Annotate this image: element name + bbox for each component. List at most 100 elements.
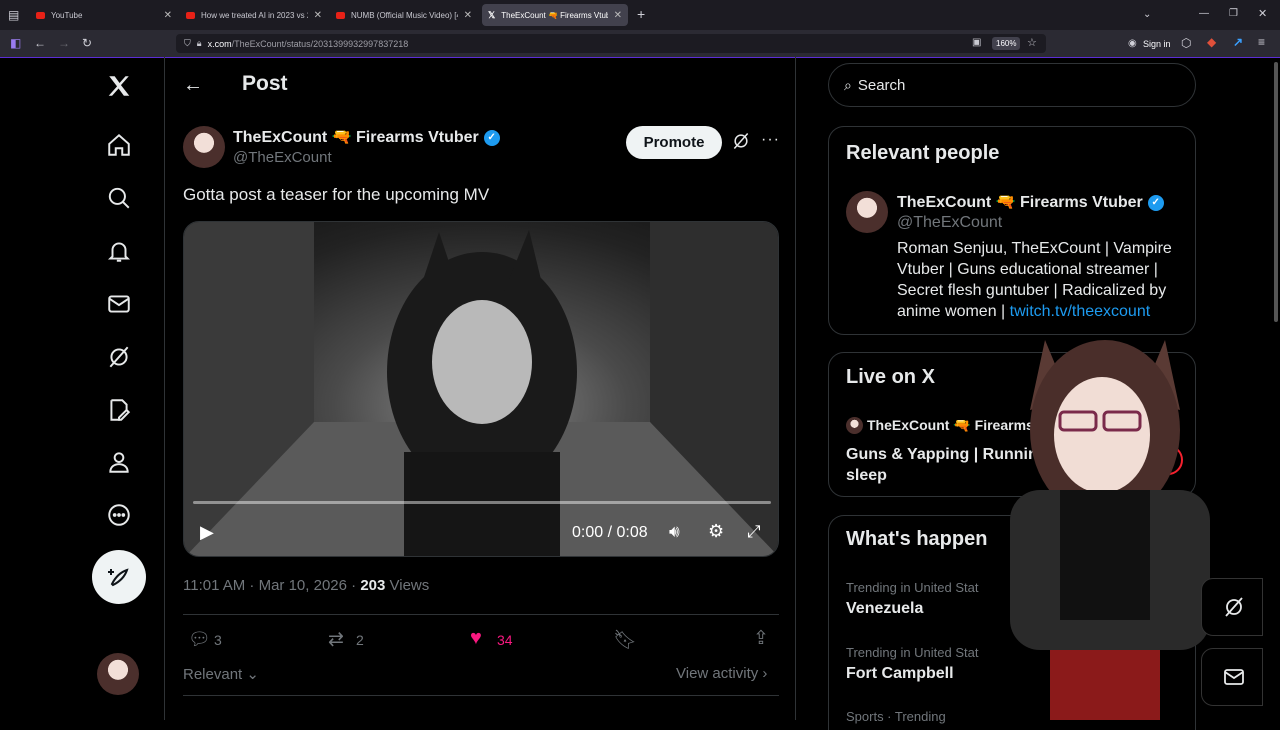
profile-icon[interactable] xyxy=(104,447,134,477)
search-input[interactable]: Search xyxy=(858,77,906,94)
video-time: 0:00 / 0:08 xyxy=(572,524,648,541)
divider xyxy=(183,614,779,615)
browser-tab-x-post[interactable]: 𝕏 TheExCount 🔫 Firearms Vtuber ✕ xyxy=(482,4,628,26)
verified-badge-icon: ✓ xyxy=(483,129,500,146)
trend-context: Trending in United Stat xyxy=(846,645,979,660)
trend-context: Sports · Trending xyxy=(846,709,946,724)
views-count: 203 xyxy=(360,577,386,594)
shield-icon[interactable]: ⛉ xyxy=(184,38,191,49)
close-tab-icon[interactable]: ✕ xyxy=(164,10,172,21)
bio-line: Vtuber | Guns educational streamer | xyxy=(897,261,1158,278)
browser-tab-numb[interactable]: NUMB (Official Music Video) [4K] ✕ xyxy=(330,4,478,26)
x-logo-icon[interactable] xyxy=(104,71,134,101)
repost-icon[interactable]: ⇄ xyxy=(328,628,344,651)
browser-tab-ai[interactable]: How we treated AI in 2023 vs 2025 ✕ xyxy=(180,4,328,26)
menu-icon[interactable]: ≡ xyxy=(1258,36,1265,48)
reply-count: 3 xyxy=(214,632,222,648)
search-icon[interactable] xyxy=(104,183,134,213)
tab-list-icon[interactable]: ▤ xyxy=(8,9,19,21)
extension-badge-icon[interactable]: ◆ xyxy=(1207,36,1216,48)
person-avatar[interactable] xyxy=(846,191,888,233)
volume-icon[interactable]: 🔊︎ xyxy=(669,522,680,542)
browser-tab-youtube[interactable]: YouTube ✕ xyxy=(30,4,178,26)
page-title: Post xyxy=(242,72,288,95)
messages-icon[interactable] xyxy=(104,289,134,319)
live-title: Live on X xyxy=(846,366,935,388)
person-bio: Roman Senjuu, TheExCount | Vampire Vtube… xyxy=(897,238,1172,322)
reply-icon[interactable]: 💬︎ xyxy=(188,629,211,650)
post-timestamp[interactable]: 11:01 AM · Mar 10, 2026 · xyxy=(183,577,360,594)
bio-link[interactable]: twitch.tv/theexcount xyxy=(1010,303,1151,320)
back-icon[interactable]: ← xyxy=(34,37,46,49)
bio-line: Roman Senjuu, TheExCount | Vampire xyxy=(897,240,1172,257)
search-box[interactable]: ⌕ Search xyxy=(828,63,1196,107)
video-progress-bar[interactable] xyxy=(193,501,771,504)
reload-icon[interactable]: ↻ xyxy=(82,37,92,49)
compose-post-button[interactable] xyxy=(92,550,146,604)
x-logo-icon: 𝕏 xyxy=(488,9,496,20)
home-icon[interactable] xyxy=(104,130,134,160)
person-name[interactable]: TheExCount 🔫 Firearms Vtuber xyxy=(897,194,1143,211)
youtube-icon xyxy=(336,11,345,19)
zoom-indicator[interactable]: 160% xyxy=(992,37,1021,50)
account-avatar[interactable] xyxy=(97,653,139,695)
trend-name[interactable]: Venezuela xyxy=(846,600,923,618)
page-scrollbar[interactable] xyxy=(1274,62,1278,322)
floating-grok-button[interactable] xyxy=(1201,578,1263,636)
drafts-icon[interactable] xyxy=(104,395,134,425)
person-handle[interactable]: @TheExCount xyxy=(897,214,1002,232)
reader-view-icon[interactable]: ▣ xyxy=(972,37,981,48)
view-activity-label: View activity xyxy=(676,665,759,682)
notifications-icon[interactable] xyxy=(104,236,134,266)
fullscreen-icon[interactable]: ⤢ xyxy=(747,522,761,542)
more-icon[interactable] xyxy=(104,500,134,530)
share-icon[interactable]: ⇪ xyxy=(753,627,769,650)
floating-messages-button[interactable] xyxy=(1201,648,1263,706)
view-activity-link[interactable]: View activity › xyxy=(676,665,767,682)
video-thumbnail xyxy=(184,222,778,556)
tab-overflow-chevron-icon[interactable]: ⌄ xyxy=(1143,9,1151,21)
relevant-people-title: Relevant people xyxy=(846,142,1000,164)
compose-icon xyxy=(108,568,129,587)
new-tab-icon[interactable]: + xyxy=(637,7,645,21)
sign-in-button[interactable]: Sign in xyxy=(1143,39,1171,49)
grok-icon[interactable] xyxy=(104,342,134,372)
restore-icon[interactable]: ❐ xyxy=(1229,8,1238,20)
sort-replies-dropdown[interactable]: Relevant ⌄ xyxy=(183,665,259,683)
trend-name[interactable]: Fort Campbell xyxy=(846,665,954,683)
account-icon[interactable]: ◉ xyxy=(1128,38,1137,50)
promote-button[interactable]: Promote xyxy=(626,126,722,159)
post-meta: 11:01 AM · Mar 10, 2026 · 203 Views xyxy=(183,577,429,594)
bio-line: anime women | twitch.tv/theexcount xyxy=(897,301,1172,322)
settings-gear-icon[interactable]: ⚙ xyxy=(708,521,724,542)
bio-line: Secret flesh guntuber | Radicalized by xyxy=(897,282,1167,299)
address-bar[interactable]: ⛉ 🔒︎ x.com/TheExCount/status/20313999329… xyxy=(176,34,1046,53)
minimize-icon[interactable]: — xyxy=(1199,8,1209,20)
bio-text: anime women | xyxy=(897,303,1010,320)
forward-icon[interactable]: → xyxy=(58,37,70,49)
like-icon[interactable]: ♥ xyxy=(470,627,482,650)
bookmark-star-icon[interactable]: ☆ xyxy=(1027,36,1037,49)
close-window-icon[interactable]: ✕ xyxy=(1258,8,1267,20)
close-tab-icon[interactable]: ✕ xyxy=(314,10,322,21)
left-navigation xyxy=(0,57,165,720)
grok-icon[interactable] xyxy=(731,131,751,156)
author-avatar[interactable] xyxy=(183,126,225,168)
video-player[interactable]: ▶ 0:00 / 0:08 🔊︎ ⚙ ⤢ xyxy=(183,221,779,557)
search-icon: ⌕ xyxy=(844,76,852,93)
extension-icon[interactable]: ↗ xyxy=(1233,36,1243,48)
lock-icon[interactable]: 🔒︎ xyxy=(197,38,202,49)
browser-tabbar: ▤ YouTube ✕ How we treated AI in 2023 vs… xyxy=(0,0,1280,30)
sidebar-icon[interactable]: ◧ xyxy=(10,37,21,49)
more-options-icon[interactable]: ··· xyxy=(761,131,780,149)
author-name[interactable]: TheExCount 🔫 Firearms Vtuber xyxy=(233,129,479,146)
views-label: Views xyxy=(385,577,430,594)
extensions-icon[interactable]: ⬡ xyxy=(1181,37,1191,49)
close-tab-icon[interactable]: ✕ xyxy=(464,10,472,21)
back-arrow-icon[interactable]: ← xyxy=(183,74,203,97)
author-handle[interactable]: @TheExCount xyxy=(233,149,332,166)
bookmark-icon[interactable]: 🔖︎ xyxy=(613,628,637,652)
play-icon[interactable]: ▶ xyxy=(200,522,214,543)
like-count: 34 xyxy=(497,632,513,648)
close-tab-icon[interactable]: ✕ xyxy=(614,10,622,21)
